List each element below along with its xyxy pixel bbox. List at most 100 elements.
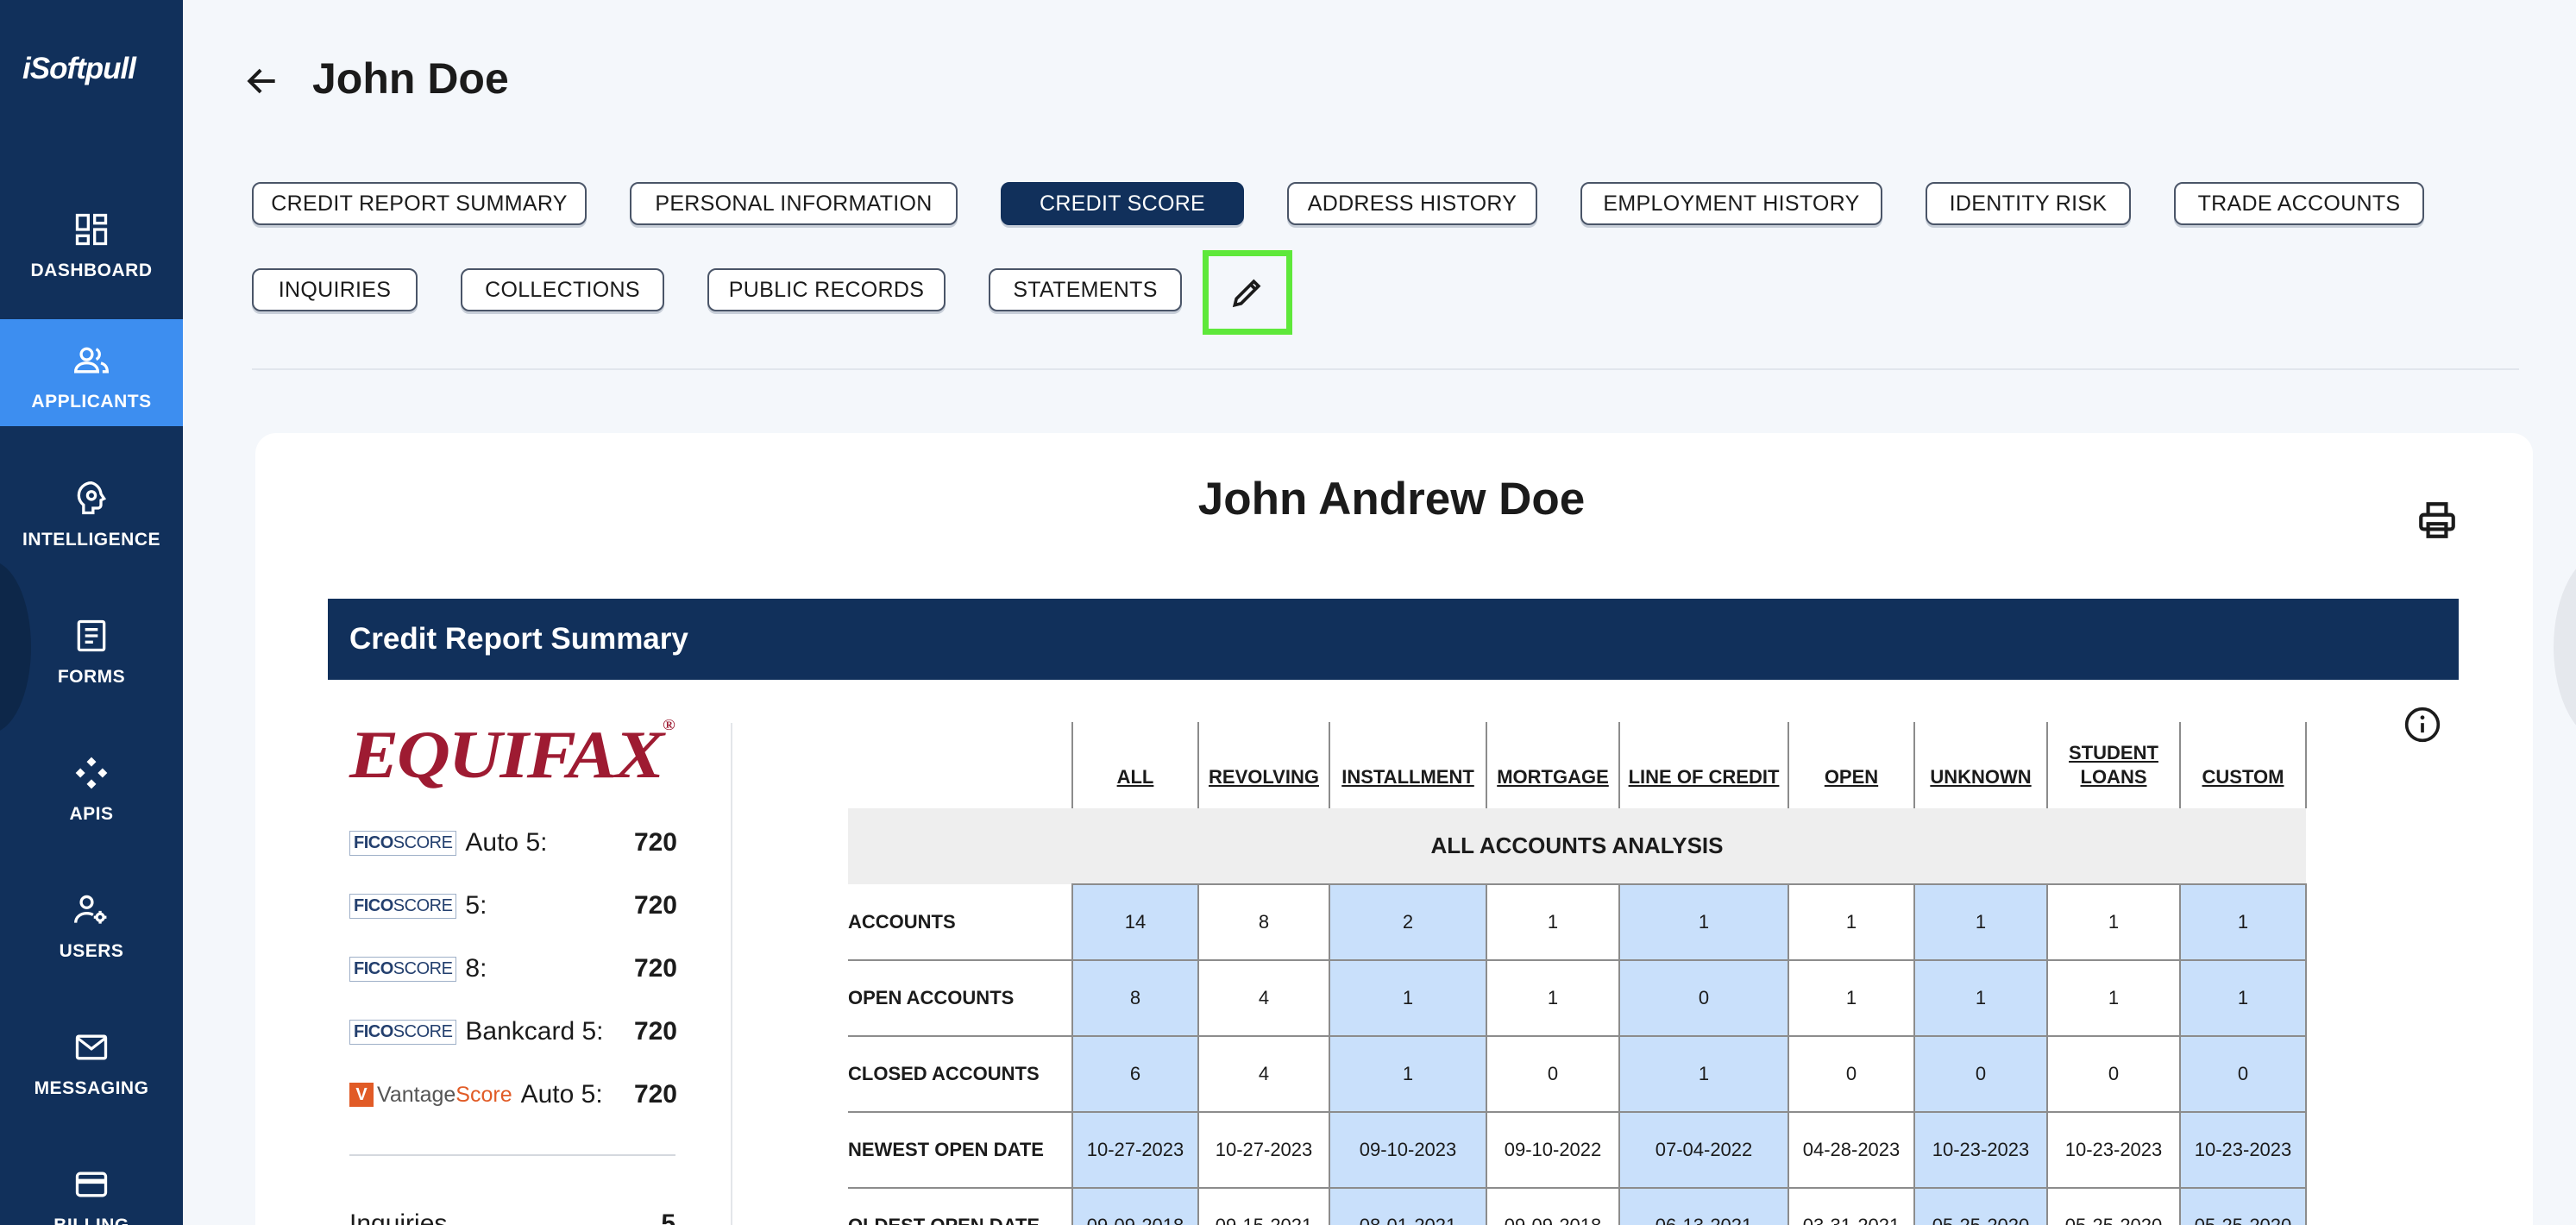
tab-credit-report-summary[interactable]: CREDIT REPORT SUMMARY [252, 182, 587, 225]
sidebar-item-billing[interactable]: BILLING [0, 1143, 183, 1225]
tab-employment-history[interactable]: EMPLOYMENT HISTORY [1580, 182, 1882, 225]
tab-personal-information[interactable]: PERSONAL INFORMATION [630, 182, 958, 225]
score-value: 720 [633, 1080, 677, 1109]
table-cell: 0 [1618, 959, 1789, 1037]
col-header-all[interactable]: ALL [1071, 722, 1199, 808]
table-row: OLDEST OPEN DATE 09-09-2018 09-15-2021 0… [848, 1187, 2307, 1225]
score-value: 720 [633, 828, 677, 857]
tab-credit-score[interactable]: CREDIT SCORE [1001, 182, 1244, 225]
table-cell: 10-23-2023 [2046, 1111, 2181, 1189]
table-cell: 09-09-2018 [1486, 1187, 1620, 1225]
tab-address-history[interactable]: ADDRESS HISTORY [1287, 182, 1537, 225]
col-header-student-loans[interactable]: STUDENT LOANS [2046, 722, 2181, 808]
row-label: NEWEST OPEN DATE [848, 1112, 1072, 1189]
tab-collections[interactable]: COLLECTIONS [461, 268, 664, 311]
messaging-icon [75, 1034, 108, 1060]
score-row: V VantageScore Auto 5: 720 [349, 1077, 677, 1112]
table-cell: 2 [1329, 883, 1487, 961]
score-row: FICOSCORE Bankcard 5: 720 [349, 1015, 677, 1049]
table-cell: 08-01-2021 [1329, 1187, 1487, 1225]
vantage-mark-icon: V [349, 1083, 374, 1107]
tab-inquiries[interactable]: INQUIRIES [252, 268, 418, 311]
sidebar-item-label: BILLING [0, 1216, 183, 1225]
table-row: NEWEST OPEN DATE 10-27-2023 10-27-2023 0… [848, 1111, 2307, 1189]
tab-public-records[interactable]: PUBLIC RECORDS [707, 268, 946, 311]
table-cell: 0 [1913, 1035, 2048, 1113]
report-applicant-name: John Andrew Doe [1197, 474, 1586, 525]
table-row: ACCOUNTS 14 8 2 1 1 1 1 1 1 [848, 883, 2307, 961]
col-header-open[interactable]: OPEN [1787, 722, 1915, 808]
table-cell: 1 [1329, 959, 1487, 1037]
page-title: John Doe [312, 54, 509, 103]
table-cell: 09-15-2021 [1197, 1187, 1330, 1225]
table-cell: 1 [1787, 959, 1915, 1037]
table-cell: 06-13-2021 [1618, 1187, 1789, 1225]
table-cell: 1 [2179, 883, 2307, 961]
table-cell: 4 [1197, 1035, 1330, 1113]
sidebar-item-applicants[interactable]: APPLICANTS [0, 319, 183, 426]
section-header: ALL ACCOUNTS ANALYSIS [848, 808, 2306, 884]
tab-trade-accounts[interactable]: TRADE ACCOUNTS [2174, 182, 2424, 225]
table-cell: 6 [1071, 1035, 1199, 1113]
table-cell: 07-04-2022 [1618, 1111, 1789, 1189]
col-header-installment[interactable]: INSTALLMENT [1329, 722, 1487, 808]
print-icon[interactable] [2416, 499, 2459, 542]
col-header-revolving[interactable]: REVOLVING [1197, 722, 1330, 808]
table-cell: 1 [2179, 959, 2307, 1037]
score-model: Bankcard 5: [465, 1017, 604, 1046]
col-header-unknown[interactable]: UNKNOWN [1913, 722, 2048, 808]
sidebar-item-label: MESSAGING [34, 1078, 149, 1098]
table-cell: 1 [1913, 883, 2048, 961]
score-row: FICOSCORE 8: 720 [349, 952, 677, 986]
sidebar-item-label: APPLICANTS [31, 392, 152, 411]
table-cell: 1 [1618, 1035, 1789, 1113]
table-cell: 0 [2046, 1035, 2181, 1113]
table-cell: 09-10-2023 [1329, 1111, 1487, 1189]
table-cell: 05-25-2020 [2046, 1187, 2181, 1225]
forms-icon [77, 619, 106, 652]
row-label: ACCOUNTS [848, 884, 1072, 961]
table-cell: 05-25-2020 [1913, 1187, 2048, 1225]
col-header-line-of-credit[interactable]: LINE OF CREDIT [1618, 722, 1789, 808]
row-label: OPEN ACCOUNTS [848, 960, 1072, 1037]
col-header-custom[interactable]: CUSTOM [2179, 722, 2307, 808]
header-divider [252, 368, 2519, 370]
table-cell: 10-27-2023 [1071, 1111, 1199, 1189]
applicants-icon [74, 347, 109, 374]
info-icon[interactable] [2403, 706, 2441, 744]
back-arrow-icon[interactable] [243, 62, 281, 100]
vantagescore-logo: V VantageScore [349, 1083, 512, 1108]
score-divider [349, 1154, 675, 1156]
sidebar-item-label: APIS [69, 804, 114, 824]
table-cell: 04-28-2023 [1787, 1111, 1915, 1189]
inquiries-value: 5 [661, 1209, 675, 1225]
table-cell: 1 [1787, 883, 1915, 961]
sidebar-item-apis[interactable]: APIS [0, 732, 183, 839]
score-row: FICOSCORE Auto 5: 720 [349, 826, 677, 860]
sidebar-item-users[interactable]: USERS [0, 869, 183, 976]
table-cell: 0 [1787, 1035, 1915, 1113]
tab-identity-risk[interactable]: IDENTITY RISK [1926, 182, 2131, 225]
tab-statements[interactable]: STATEMENTS [989, 268, 1182, 311]
table-cell: 0 [2179, 1035, 2307, 1113]
table-cell: 0 [1486, 1035, 1620, 1113]
sidebar-item-messaging[interactable]: MESSAGING [0, 1006, 183, 1113]
section-banner: Credit Report Summary [328, 599, 2459, 680]
sidebar-item-label: DASHBOARD [30, 261, 153, 280]
row-label: OLDEST OPEN DATE [848, 1188, 1072, 1225]
score-model: Auto 5: [520, 1080, 603, 1109]
sidebar-item-dashboard[interactable]: DASHBOARD [0, 188, 183, 295]
accounts-table: ALL REVOLVING INSTALLMENT MORTGAGE LINE … [848, 722, 2307, 1225]
users-icon [74, 895, 107, 924]
table-cell: 1 [1486, 959, 1620, 1037]
sidebar-item-label: INTELLIGENCE [22, 530, 160, 550]
table-cell: 1 [2046, 959, 2181, 1037]
fico-logo: FICOSCORE [349, 1019, 457, 1045]
apis-icon [75, 757, 108, 789]
app-logo[interactable]: iSoftpull [22, 52, 136, 86]
edit-tabs-button[interactable] [1203, 250, 1292, 335]
score-model: 5: [465, 891, 487, 920]
col-header-mortgage[interactable]: MORTGAGE [1486, 722, 1620, 808]
equifax-logo: EQUIFAX® [349, 716, 675, 792]
table-cell: 14 [1071, 883, 1199, 961]
